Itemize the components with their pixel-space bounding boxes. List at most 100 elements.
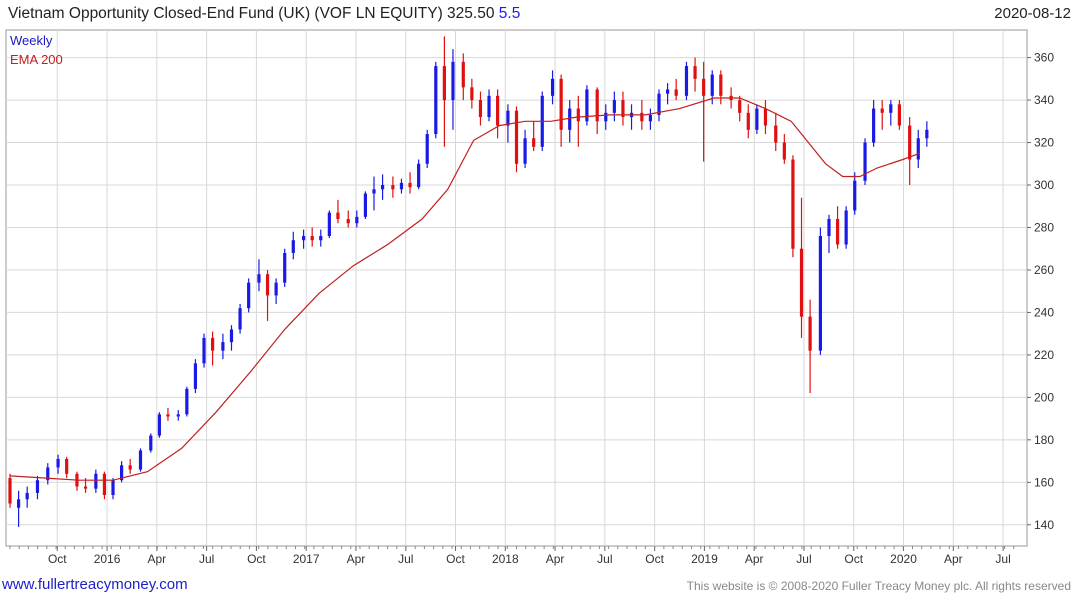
candle-body [568,108,572,130]
candle-body [719,74,723,96]
candle-body [372,189,376,194]
candle-body [576,108,580,122]
candle-body [238,308,242,330]
candle-body [595,89,599,122]
candle-body [157,414,161,436]
candle-body [559,78,563,130]
x-tick-label: Oct [446,552,465,566]
candle-body [523,138,527,164]
candle-body [908,125,912,160]
candle-body [604,112,608,122]
legend-weekly: Weekly [10,33,53,48]
candle-body [640,112,644,122]
candle-body [755,108,759,130]
candle-body [102,473,107,496]
candle-body [128,465,132,470]
candle-body [763,108,768,126]
y-tick-label: 360 [1034,51,1054,65]
candle-body [889,104,893,113]
candle-body [434,66,438,135]
candle-body [916,138,920,160]
candle-body [229,329,234,343]
candle-body [16,499,21,508]
candle-body [550,78,555,96]
copyright-notice: This website is © 2008-2020 Fuller Treac… [686,579,1071,593]
candle-body [138,450,143,470]
candle-body [399,182,404,190]
candle-body [355,216,359,224]
candle-body [301,235,306,241]
x-tick-label: 2020 [890,552,917,566]
candle-body [710,74,714,96]
candle-body [738,100,742,113]
x-tick-label: Jul [199,552,214,566]
candle-body [774,125,778,143]
candle-body [835,218,840,245]
candle-body [532,138,536,147]
candle-body [514,110,519,164]
candle-body [665,89,670,94]
candle-body [791,159,795,249]
candle-body [8,478,12,504]
x-tick-label: Jul [995,552,1010,566]
candle-body [693,66,697,79]
x-tick-label: Apr [347,552,366,566]
candle-body [265,274,270,296]
candle-body [65,458,69,474]
x-tick-label: Oct [48,552,67,566]
x-tick-label: Jul [398,552,413,566]
candle-body [496,95,500,126]
x-axis: Oct 2016 Apr Jul Oct 2017 Apr Jul Oct 2018 Apr Jul O… [9,546,1015,566]
candle-body [149,435,153,451]
candle-body [925,129,929,139]
candle-body [808,316,812,351]
x-tick-label: Oct [844,552,863,566]
candle-body [872,108,876,143]
candle-body [451,61,455,101]
candle-body [83,486,88,489]
candle-body [818,235,822,351]
candle-body [442,66,446,101]
candle-body [702,78,706,96]
candle-body [291,240,295,253]
candle-body [166,414,170,417]
x-tick-label: Oct [645,552,664,566]
candle-body [684,66,689,96]
candle-body [56,458,60,468]
y-tick-label: 300 [1034,178,1054,192]
candle-body [221,342,225,351]
candle-body [746,112,750,130]
x-tick-label: 2019 [691,552,718,566]
candle-body [247,282,251,309]
x-tick-label: Apr [546,552,565,566]
candle-body [35,480,40,493]
x-tick-label: Oct [247,552,266,566]
candle-body [506,110,510,126]
candle-body [799,248,804,317]
candle-body [310,235,314,241]
candle-body [380,185,385,190]
x-tick-label: Apr [745,552,764,566]
candle-body [487,95,491,118]
x-tick-label: Jul [796,552,811,566]
x-tick-label: Apr [944,552,963,566]
candle-body [202,337,206,364]
candle-body [274,282,278,296]
candle-body [470,87,474,101]
x-tick-label: Apr [148,552,167,566]
candle-body [674,89,678,96]
y-tick-label: 340 [1034,93,1054,107]
x-tick-label: 2016 [94,552,121,566]
website-link[interactable]: www.fullertreacymoney.com [2,576,188,593]
candle-body [111,480,115,496]
candle-body [257,274,261,283]
candle-body [176,414,180,417]
legend-ema-200: EMA 200 [10,52,63,67]
candle-body [319,235,323,241]
candle-body [612,100,616,113]
candle-body [417,163,421,188]
candle-body [782,142,786,160]
y-tick-label: 240 [1034,305,1054,319]
y-tick-label: 180 [1034,433,1054,447]
y-tick-label: 160 [1034,475,1054,489]
